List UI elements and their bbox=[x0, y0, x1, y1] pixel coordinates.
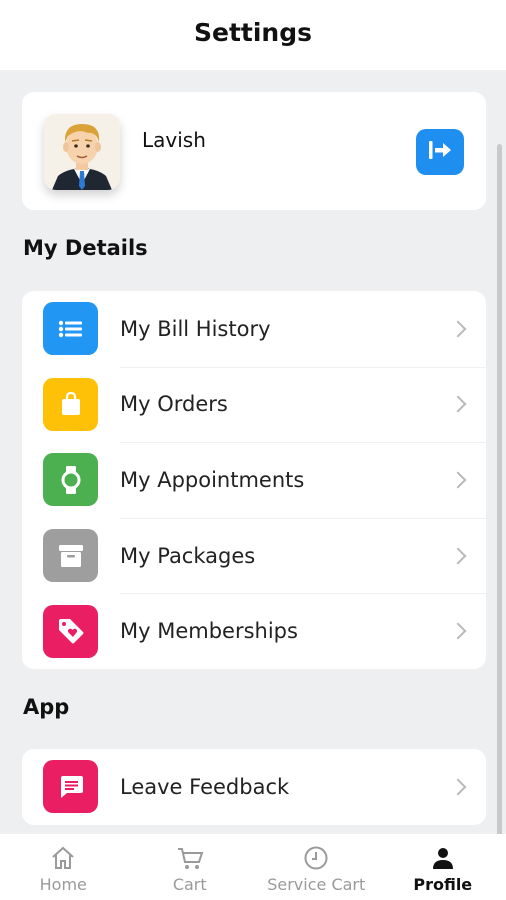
page-title: Settings bbox=[193, 17, 312, 47]
profile-name: Lavish bbox=[142, 128, 206, 152]
menu-item-leave-feedback[interactable]: Leave Feedback bbox=[22, 749, 486, 825]
settings-content[interactable]: Lavish My Details My Bill History My Ord… bbox=[0, 70, 506, 834]
tab-profile[interactable]: Profile bbox=[380, 834, 506, 900]
tab-cart[interactable]: Cart bbox=[127, 834, 254, 900]
tab-label: Home bbox=[39, 875, 87, 894]
menu-item-packages[interactable]: My Packages bbox=[22, 517, 486, 594]
archive-box-icon bbox=[43, 529, 98, 583]
app-header: Settings bbox=[0, 0, 506, 70]
logout-icon bbox=[427, 139, 453, 166]
menu-item-label: My Packages bbox=[120, 543, 256, 568]
menu-item-label: My Appointments bbox=[120, 467, 305, 492]
tab-label: Service Cart bbox=[267, 875, 366, 894]
menu-item-orders[interactable]: My Orders bbox=[22, 366, 486, 443]
cart-icon bbox=[176, 844, 204, 872]
my-details-list: My Bill History My Orders My Appointment… bbox=[22, 291, 486, 669]
clock-icon bbox=[302, 844, 330, 872]
menu-item-appointments[interactable]: My Appointments bbox=[22, 442, 486, 518]
app-list: Leave Feedback bbox=[22, 749, 486, 825]
list-icon bbox=[43, 302, 98, 356]
tab-label: Profile bbox=[413, 875, 473, 894]
tab-home[interactable]: Home bbox=[0, 834, 127, 900]
shopping-bag-icon bbox=[43, 377, 98, 431]
menu-item-bill-history[interactable]: My Bill History bbox=[22, 291, 486, 367]
profile-card: Lavish bbox=[22, 92, 486, 210]
chevron-right-icon bbox=[449, 547, 467, 565]
menu-item-memberships[interactable]: My Memberships bbox=[22, 593, 486, 669]
home-icon bbox=[49, 844, 77, 872]
section-title-app: App bbox=[23, 695, 70, 719]
chevron-right-icon bbox=[449, 320, 467, 338]
tab-label: Cart bbox=[172, 875, 207, 894]
scrollbar[interactable] bbox=[497, 144, 502, 834]
tab-service-cart[interactable]: Service Cart bbox=[253, 834, 380, 900]
person-icon bbox=[429, 844, 457, 872]
tag-heart-icon bbox=[43, 604, 98, 658]
chevron-right-icon bbox=[449, 395, 467, 413]
menu-item-label: My Orders bbox=[120, 392, 228, 417]
avatar bbox=[44, 114, 120, 190]
logout-button[interactable] bbox=[416, 129, 464, 175]
chevron-right-icon bbox=[449, 622, 467, 640]
chevron-right-icon bbox=[449, 778, 467, 796]
section-title-my-details: My Details bbox=[23, 236, 148, 260]
chat-icon bbox=[43, 760, 98, 814]
bottom-tab-bar: Home Cart Service Cart Profile bbox=[0, 834, 506, 900]
watch-icon bbox=[43, 453, 98, 507]
menu-item-label: My Bill History bbox=[120, 316, 271, 341]
chevron-right-icon bbox=[449, 471, 467, 489]
menu-item-label: Leave Feedback bbox=[120, 774, 290, 799]
menu-item-label: My Memberships bbox=[120, 619, 298, 644]
